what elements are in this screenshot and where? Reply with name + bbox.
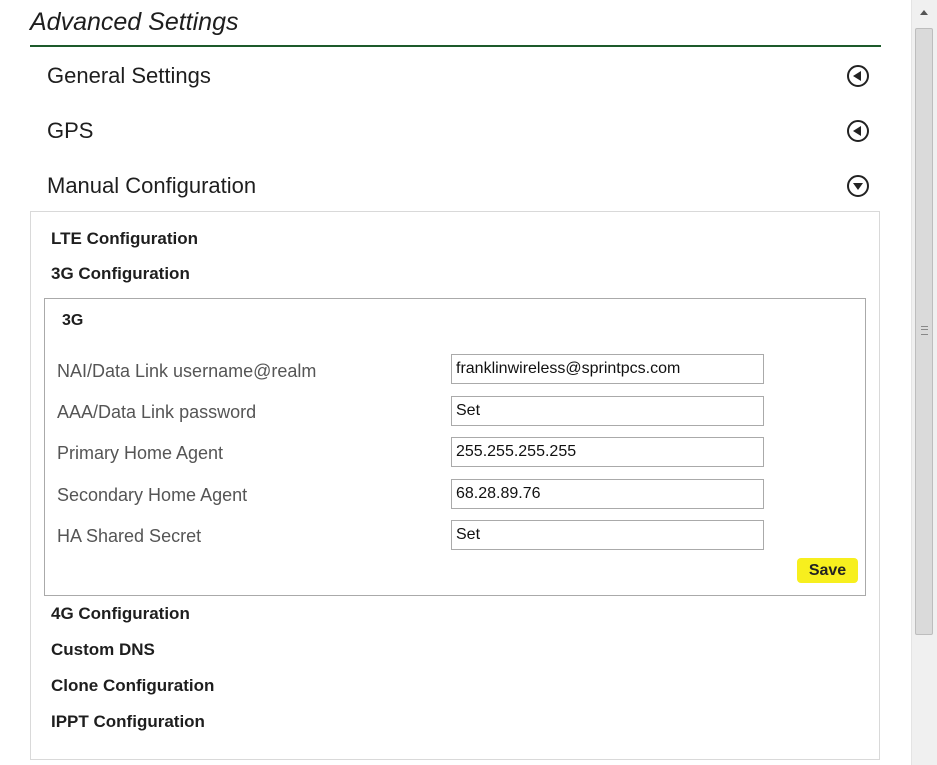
3g-configuration-link[interactable]: 3G Configuration [51, 264, 190, 284]
ha-shared-secret-label: HA Shared Secret [57, 526, 202, 546]
circle-arrow-down-icon[interactable] [847, 175, 869, 197]
scrollbar-thumb[interactable] [915, 28, 933, 635]
primary-home-agent-label: Primary Home Agent [57, 443, 224, 463]
nai-username-input[interactable] [451, 354, 764, 384]
title-divider [30, 45, 881, 47]
secondary-home-agent-input[interactable] [451, 479, 764, 509]
save-button[interactable]: Save [797, 558, 858, 583]
clone-configuration-link[interactable]: Clone Configuration [51, 676, 214, 696]
ippt-configuration-link[interactable]: IPPT Configuration [51, 712, 205, 732]
section-general-settings-label: General Settings [47, 63, 211, 88]
primary-home-agent-input[interactable] [451, 437, 764, 467]
aaa-password-input[interactable] [451, 396, 764, 426]
scroll-up-arrow-icon[interactable] [920, 10, 928, 15]
secondary-home-agent-label: Secondary Home Agent [57, 485, 248, 505]
custom-dns-link[interactable]: Custom DNS [51, 640, 155, 660]
section-general-settings[interactable]: General Settings [47, 56, 869, 96]
lte-configuration-link[interactable]: LTE Configuration [51, 229, 198, 249]
section-manual-configuration-label: Manual Configuration [47, 173, 257, 198]
section-gps[interactable]: GPS [47, 111, 869, 151]
nai-username-label: NAI/Data Link username@realm [57, 361, 317, 381]
circle-arrow-left-icon[interactable] [847, 120, 869, 142]
section-manual-configuration[interactable]: Manual Configuration [47, 166, 869, 206]
vertical-scrollbar[interactable] [911, 0, 937, 765]
grip-icon [921, 326, 928, 335]
page-title: Advanced Settings [30, 8, 239, 36]
aaa-password-label: AAA/Data Link password [57, 402, 257, 422]
4g-configuration-link[interactable]: 4G Configuration [51, 604, 190, 624]
section-gps-label: GPS [47, 118, 94, 143]
3g-box-title: 3G [62, 312, 84, 329]
circle-arrow-left-icon[interactable] [847, 65, 869, 87]
ha-shared-secret-input[interactable] [451, 520, 764, 550]
